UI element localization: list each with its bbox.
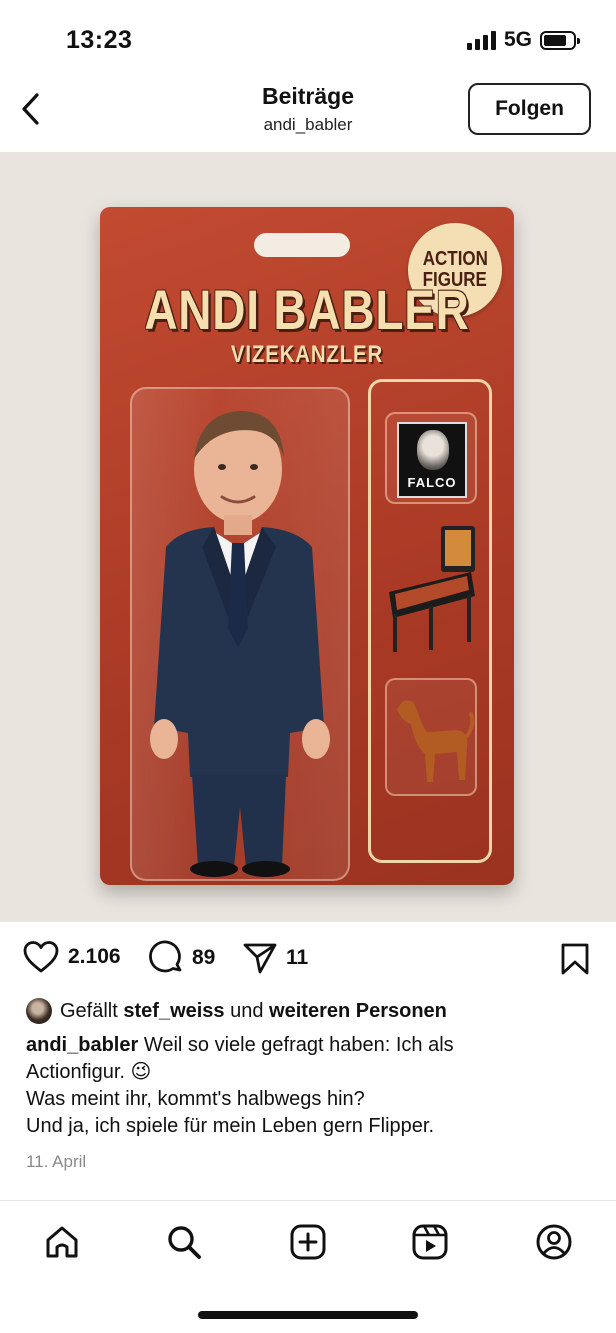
nav-profile[interactable] <box>530 1218 578 1266</box>
status-indicators: 5G <box>466 28 580 52</box>
battery-icon <box>540 30 580 50</box>
falco-record-cover: FALCO <box>397 422 467 498</box>
likes-summary[interactable]: Gefällt stef_weiss und weiteren Personen <box>26 998 596 1024</box>
home-icon <box>46 1226 78 1258</box>
search-icon <box>168 1226 201 1259</box>
caption-line-2: Actionfigur. 😉 <box>26 1061 152 1083</box>
nav-divider <box>0 1200 616 1201</box>
likes-rest[interactable]: weiteren Personen <box>269 1000 447 1022</box>
save-button[interactable] <box>560 942 590 981</box>
comment-button[interactable]: 89 <box>148 940 215 976</box>
nav-home[interactable] <box>38 1218 86 1266</box>
profile-icon <box>536 1224 572 1260</box>
action-figure-card: ACTION FIGURE ANDI BABLER VIZEKANZLER FA… <box>100 207 514 885</box>
share-button[interactable]: 11 <box>242 940 308 976</box>
bottom-navigation <box>0 1210 616 1274</box>
nav-search[interactable] <box>160 1218 208 1266</box>
status-time: 13:23 <box>66 26 133 54</box>
hang-hole <box>254 233 350 257</box>
badge-line-1: ACTION <box>422 248 488 270</box>
accessory-dog <box>385 678 477 796</box>
dog-figurine-icon <box>397 700 475 782</box>
nav-create[interactable] <box>284 1218 332 1266</box>
like-count: 2.106 <box>68 945 121 968</box>
nav-reels[interactable] <box>406 1218 454 1266</box>
home-indicator[interactable] <box>198 1311 418 1319</box>
page-header: Beiträge andi_babler Folgen <box>0 75 616 145</box>
heart-icon <box>23 941 59 973</box>
likes-prefix: Gefällt <box>60 999 118 1022</box>
bookmark-icon <box>561 943 589 975</box>
caption-line-4: Und ja, ich spiele für mein Leben gern F… <box>26 1115 435 1137</box>
network-type: 5G <box>503 28 532 51</box>
caption-author[interactable]: andi_babler <box>26 1034 138 1056</box>
signal-icon <box>466 30 496 50</box>
figure-illustration <box>150 411 330 877</box>
caption-line-3: Was meint ihr, kommt's halbwegs hin? <box>26 1088 365 1110</box>
post-image[interactable]: ACTION FIGURE ANDI BABLER VIZEKANZLER FA… <box>0 152 616 922</box>
liker-username[interactable]: stef_weiss <box>123 1000 224 1022</box>
portrait-image <box>417 430 449 470</box>
accessories-tray: FALCO <box>368 379 492 863</box>
likes-middle: und <box>230 999 264 1022</box>
follow-button[interactable]: Folgen <box>468 83 591 135</box>
pinball-machine-icon <box>389 526 475 652</box>
caption-line-1: Weil so viele gefragt haben: Ich als <box>143 1034 454 1056</box>
comment-count: 89 <box>192 946 216 969</box>
accessory-falco-record: FALCO <box>385 412 477 504</box>
comment-icon <box>149 940 182 973</box>
create-icon <box>290 1224 326 1260</box>
post-caption: andi_babler Weil so viele gefragt haben:… <box>26 1032 596 1140</box>
post-actions: 2.106 89 11 <box>0 930 616 992</box>
status-bar: 13:23 5G <box>0 0 616 80</box>
reels-icon <box>412 1224 448 1260</box>
falco-label: FALCO <box>407 475 457 490</box>
like-button[interactable]: 2.106 <box>22 940 121 974</box>
figure-name: ANDI BABLER <box>144 278 470 341</box>
figure-role: VIZEKANZLER <box>230 341 384 368</box>
liker-avatar <box>26 998 52 1024</box>
share-count: 11 <box>286 946 309 969</box>
post-date: 11. April <box>26 1152 87 1171</box>
share-icon <box>243 943 277 974</box>
